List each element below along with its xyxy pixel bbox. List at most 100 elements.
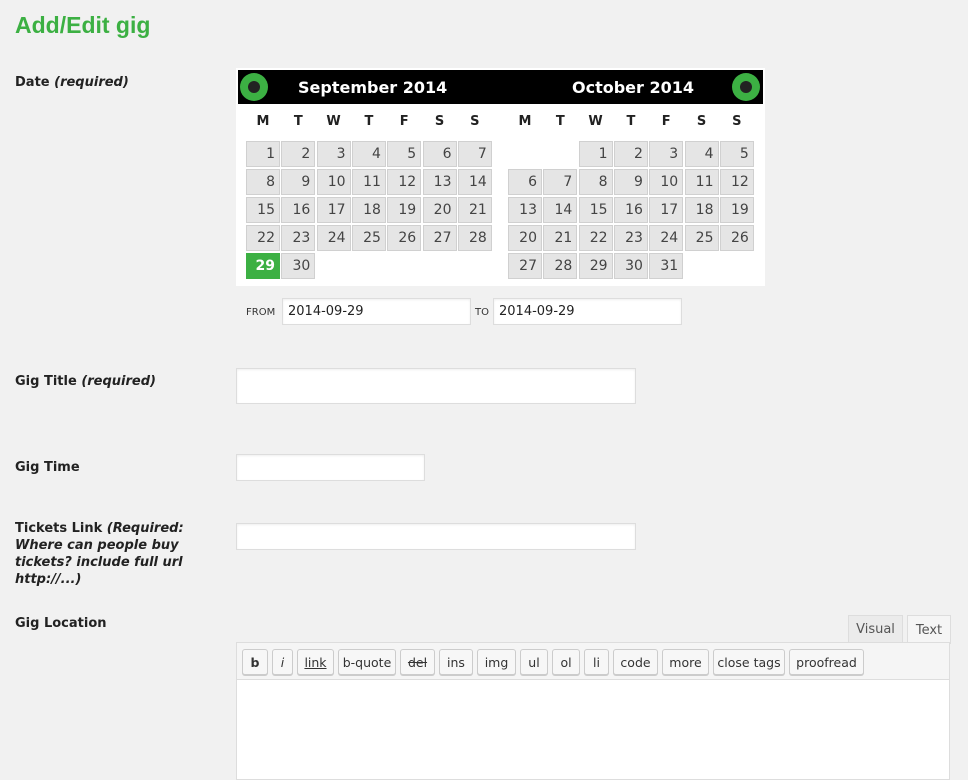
calendar-day[interactable]: 31: [649, 253, 684, 279]
calendar-day[interactable]: 12: [719, 169, 754, 195]
calendar-day[interactable]: 7: [543, 169, 578, 195]
calendar-day[interactable]: 11: [351, 169, 386, 195]
calendar-day[interactable]: 10: [649, 169, 684, 195]
calendar-day[interactable]: 20: [422, 197, 457, 223]
calendar-day[interactable]: 26: [719, 225, 754, 251]
calendar-day[interactable]: 21: [457, 197, 492, 223]
calendar-day[interactable]: 1: [246, 141, 280, 167]
weekday-header: W: [588, 114, 603, 129]
tickets-link-input[interactable]: [236, 523, 636, 550]
calendar-day[interactable]: 25: [684, 225, 719, 251]
calendar-header: September 2014 October 2014: [238, 70, 763, 104]
calendar-day-selected[interactable]: 29: [246, 253, 280, 279]
calendar-day[interactable]: 9: [613, 169, 648, 195]
calendar-day[interactable]: 8: [246, 169, 280, 195]
quicktag-b-quote-button[interactable]: b-quote: [338, 649, 396, 675]
calendar-day[interactable]: 2: [281, 141, 316, 167]
calendar-day[interactable]: 14: [457, 169, 492, 195]
calendar-day[interactable]: 28: [543, 253, 578, 279]
quicktag-ins-button[interactable]: ins: [439, 649, 473, 675]
from-label: FROM: [246, 307, 276, 318]
weekday-header: T: [364, 114, 374, 129]
quicktag-ol-button[interactable]: ol: [552, 649, 580, 675]
quicktag-ul-button[interactable]: ul: [520, 649, 548, 675]
from-date-input[interactable]: 2014-09-29: [282, 298, 471, 325]
next-month-button[interactable]: [732, 73, 760, 101]
date-label: Date (required): [15, 75, 129, 90]
calendar-day[interactable]: 5: [719, 141, 754, 167]
tickets-link-label: Tickets Link (Required: Where can people…: [15, 521, 184, 587]
calendar-day[interactable]: 6: [422, 141, 457, 167]
calendar-day[interactable]: 16: [281, 197, 316, 223]
calendar-day[interactable]: 25: [351, 225, 386, 251]
weekday-header: T: [293, 114, 303, 129]
calendar-day[interactable]: 24: [649, 225, 684, 251]
calendar-day[interactable]: 13: [508, 197, 542, 223]
calendar-day[interactable]: 19: [719, 197, 754, 223]
calendar-day[interactable]: 28: [457, 225, 492, 251]
quicktag-li-button[interactable]: li: [584, 649, 609, 675]
calendar-day[interactable]: 3: [649, 141, 684, 167]
arrow-left-icon: [248, 81, 260, 93]
calendar-day[interactable]: 13: [422, 169, 457, 195]
calendar-day[interactable]: 4: [351, 141, 386, 167]
gig-location-textarea[interactable]: [236, 680, 950, 780]
editor-toolbar: b i link b-quote del ins img ul ol li code more clos…: [236, 642, 950, 680]
calendar-day[interactable]: 15: [578, 197, 613, 223]
calendar-day[interactable]: 20: [508, 225, 542, 251]
quicktag-more-button[interactable]: more: [662, 649, 709, 675]
calendar-day[interactable]: 6: [508, 169, 542, 195]
gig-title-input[interactable]: [236, 368, 636, 404]
calendar-day[interactable]: 17: [316, 197, 351, 223]
calendar-day[interactable]: 10: [316, 169, 351, 195]
quicktag-i-button[interactable]: i: [272, 649, 293, 675]
quicktag-link-button[interactable]: link: [297, 649, 334, 675]
calendar-day[interactable]: 17: [649, 197, 684, 223]
quicktag-img-button[interactable]: img: [477, 649, 516, 675]
weekday-header: W: [326, 114, 341, 129]
quicktag-close-tags-button[interactable]: close tags: [713, 649, 785, 675]
calendar-day[interactable]: 30: [613, 253, 648, 279]
calendar-day[interactable]: 8: [578, 169, 613, 195]
tab-visual[interactable]: Visual: [848, 615, 903, 643]
calendar-day[interactable]: 14: [543, 197, 578, 223]
calendar-day[interactable]: 24: [316, 225, 351, 251]
calendar-day[interactable]: 22: [578, 225, 613, 251]
calendar-day[interactable]: 1: [578, 141, 613, 167]
calendar-day[interactable]: 30: [281, 253, 316, 279]
calendar-day[interactable]: 23: [613, 225, 648, 251]
quicktag-b-button[interactable]: b: [242, 649, 268, 675]
calendar-day[interactable]: 2: [613, 141, 648, 167]
quicktag-proofread-button[interactable]: proofread: [789, 649, 864, 675]
calendar-day[interactable]: 12: [387, 169, 422, 195]
weekday-header: F: [399, 114, 409, 129]
calendar-day[interactable]: 3: [316, 141, 351, 167]
tab-text[interactable]: Text: [907, 615, 951, 644]
calendar-day[interactable]: 16: [613, 197, 648, 223]
weekday-header: M: [518, 114, 532, 129]
calendar-day[interactable]: 7: [457, 141, 492, 167]
calendar-day[interactable]: 26: [387, 225, 422, 251]
calendar-day[interactable]: 21: [543, 225, 578, 251]
arrow-right-icon: [740, 81, 752, 93]
calendar-day[interactable]: 11: [684, 169, 719, 195]
calendar-day[interactable]: 18: [684, 197, 719, 223]
to-date-input[interactable]: 2014-09-29: [493, 298, 682, 325]
calendar-day[interactable]: 23: [281, 225, 316, 251]
date-range-calendar: September 2014 October 2014 MTWTFSS12345…: [236, 68, 765, 286]
calendar-day[interactable]: 22: [246, 225, 280, 251]
calendar-day[interactable]: 5: [387, 141, 422, 167]
prev-month-button[interactable]: [240, 73, 268, 101]
weekday-header: S: [732, 114, 742, 129]
calendar-day[interactable]: 29: [578, 253, 613, 279]
calendar-day[interactable]: 19: [387, 197, 422, 223]
gig-time-input[interactable]: [236, 454, 425, 481]
calendar-day[interactable]: 4: [684, 141, 719, 167]
calendar-day[interactable]: 18: [351, 197, 386, 223]
quicktag-code-button[interactable]: code: [613, 649, 658, 675]
calendar-day[interactable]: 27: [508, 253, 542, 279]
calendar-day[interactable]: 15: [246, 197, 280, 223]
calendar-day[interactable]: 27: [422, 225, 457, 251]
calendar-day[interactable]: 9: [281, 169, 316, 195]
quicktag-del-button[interactable]: del: [400, 649, 435, 675]
